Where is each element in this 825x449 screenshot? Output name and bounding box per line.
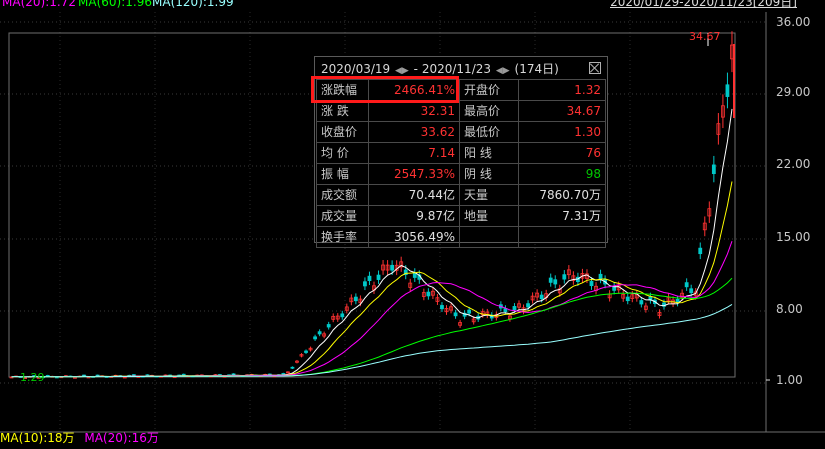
stat-label: 阳 线 bbox=[459, 142, 519, 164]
candle-body bbox=[290, 366, 295, 369]
candle-body bbox=[453, 312, 458, 317]
day-count: (174日) bbox=[514, 62, 559, 76]
stat-value: 7860.70万 bbox=[518, 184, 606, 206]
stat-label: 振 幅 bbox=[316, 163, 369, 185]
axis-tick-label: 1.00 bbox=[776, 373, 803, 387]
candle-body bbox=[390, 264, 395, 271]
stat-label: 成交量 bbox=[316, 205, 369, 227]
candle-body bbox=[526, 303, 530, 308]
stat-label: 最高价 bbox=[459, 100, 519, 122]
stat-label: 涨 跌 bbox=[316, 100, 369, 122]
candle-body bbox=[512, 306, 517, 311]
candle-body bbox=[689, 288, 694, 294]
axis-tick-label: 8.00 bbox=[776, 302, 803, 316]
candle-body bbox=[181, 373, 186, 376]
stat-label: 均 价 bbox=[316, 142, 369, 164]
volume-ma20: MA(20):16万 bbox=[84, 431, 159, 445]
stats-row: 成交额 70.44亿 天量 7860.70万 bbox=[316, 184, 606, 206]
axis-tick-label: 29.00 bbox=[776, 85, 811, 99]
stats-row: 成交量 9.87亿 地量 7.31万 bbox=[316, 205, 606, 227]
stat-value: 7.31万 bbox=[518, 205, 606, 227]
highlight-annotation bbox=[311, 76, 459, 103]
candle-body bbox=[367, 275, 372, 282]
candle-body bbox=[304, 350, 308, 353]
stat-value: 70.44亿 bbox=[368, 184, 460, 206]
price-axis-strip bbox=[766, 12, 825, 432]
stat-value: 9.87亿 bbox=[368, 205, 460, 227]
candle-body bbox=[589, 281, 594, 287]
stat-label: 收盘价 bbox=[316, 121, 369, 143]
low-price-label: 1.29 bbox=[20, 371, 45, 384]
stat-label: 成交额 bbox=[316, 184, 369, 206]
stat-value: 98 bbox=[518, 163, 606, 185]
candle-body bbox=[562, 274, 567, 280]
axis-tick-label: 36.00 bbox=[776, 15, 811, 29]
ma-line bbox=[11, 303, 733, 378]
candle-body bbox=[467, 309, 472, 314]
candle-body bbox=[313, 336, 317, 340]
candle-body bbox=[440, 305, 444, 310]
stat-label bbox=[459, 226, 519, 248]
stats-row: 涨 跌 32.31 最高价 34.67 bbox=[316, 100, 606, 122]
candle-body bbox=[353, 296, 358, 302]
volume-ma10: MA(10):18万 bbox=[0, 431, 75, 445]
stat-label: 天量 bbox=[459, 184, 519, 206]
stat-label: 开盘价 bbox=[459, 79, 519, 101]
stat-value: 76 bbox=[518, 142, 606, 164]
end-date[interactable]: 2020/11/23 bbox=[422, 62, 491, 76]
stat-value: 2547.33% bbox=[368, 163, 460, 185]
candle-body bbox=[539, 294, 544, 300]
candle-body bbox=[725, 84, 730, 97]
stat-value: 32.31 bbox=[368, 100, 460, 122]
start-date[interactable]: 2020/03/19 bbox=[321, 62, 390, 76]
stat-value bbox=[518, 226, 606, 248]
stat-value: 33.62 bbox=[368, 121, 460, 143]
candle-body bbox=[326, 324, 331, 328]
ma-line bbox=[11, 241, 733, 378]
stat-label: 最低价 bbox=[459, 121, 519, 143]
candle-body bbox=[625, 296, 630, 302]
candle-body bbox=[598, 273, 603, 280]
candle-body bbox=[548, 277, 553, 283]
candle-body bbox=[363, 281, 367, 287]
end-date-stepper-icon[interactable]: ◀▶ bbox=[495, 66, 511, 76]
axis-tick-label: 15.00 bbox=[776, 230, 811, 244]
candle-body bbox=[684, 282, 689, 288]
start-date-stepper-icon[interactable]: ◀▶ bbox=[394, 66, 410, 76]
stat-value: 1.30 bbox=[518, 121, 606, 143]
stat-value: 34.67 bbox=[518, 100, 606, 122]
candle-body bbox=[231, 373, 236, 376]
close-icon[interactable] bbox=[589, 62, 601, 74]
candle-body bbox=[698, 247, 703, 255]
stat-label: 阴 线 bbox=[459, 163, 519, 185]
candle-body bbox=[553, 279, 558, 285]
peak-price-label: 34.67 bbox=[689, 30, 721, 43]
stat-value: 1.32 bbox=[518, 79, 606, 101]
axis-tick-label: 22.00 bbox=[776, 157, 811, 171]
stat-value: 3056.49% bbox=[368, 226, 460, 248]
volume-indicator-bar: MA(10):18万 MA(20):16万 bbox=[0, 429, 165, 447]
stats-row: 均 价 7.14 阳 线 76 bbox=[316, 142, 606, 164]
stats-row: 收盘价 33.62 最低价 1.30 bbox=[316, 121, 606, 143]
stat-label: 换手率 bbox=[316, 226, 369, 248]
candle-body bbox=[376, 274, 381, 280]
stats-row: 振 幅 2547.33% 阴 线 98 bbox=[316, 163, 606, 185]
date-separator: - bbox=[413, 62, 419, 76]
stats-header: 2020/03/19 ◀▶ - 2020/11/23 ◀▶ (174日) bbox=[321, 61, 559, 77]
candle-body bbox=[340, 313, 345, 318]
stat-label: 地量 bbox=[459, 205, 519, 227]
stats-row: 换手率 3056.49% bbox=[316, 226, 606, 248]
candle-body bbox=[711, 164, 716, 175]
candle-body bbox=[639, 300, 644, 305]
stat-value: 7.14 bbox=[368, 142, 460, 164]
candle-body bbox=[317, 331, 322, 335]
stats-table: 涨跌幅 2466.41% 开盘价 1.32 涨 跌 32.31 最高价 34.67 收盘价 33.… bbox=[316, 79, 606, 248]
candle-body bbox=[426, 291, 431, 297]
